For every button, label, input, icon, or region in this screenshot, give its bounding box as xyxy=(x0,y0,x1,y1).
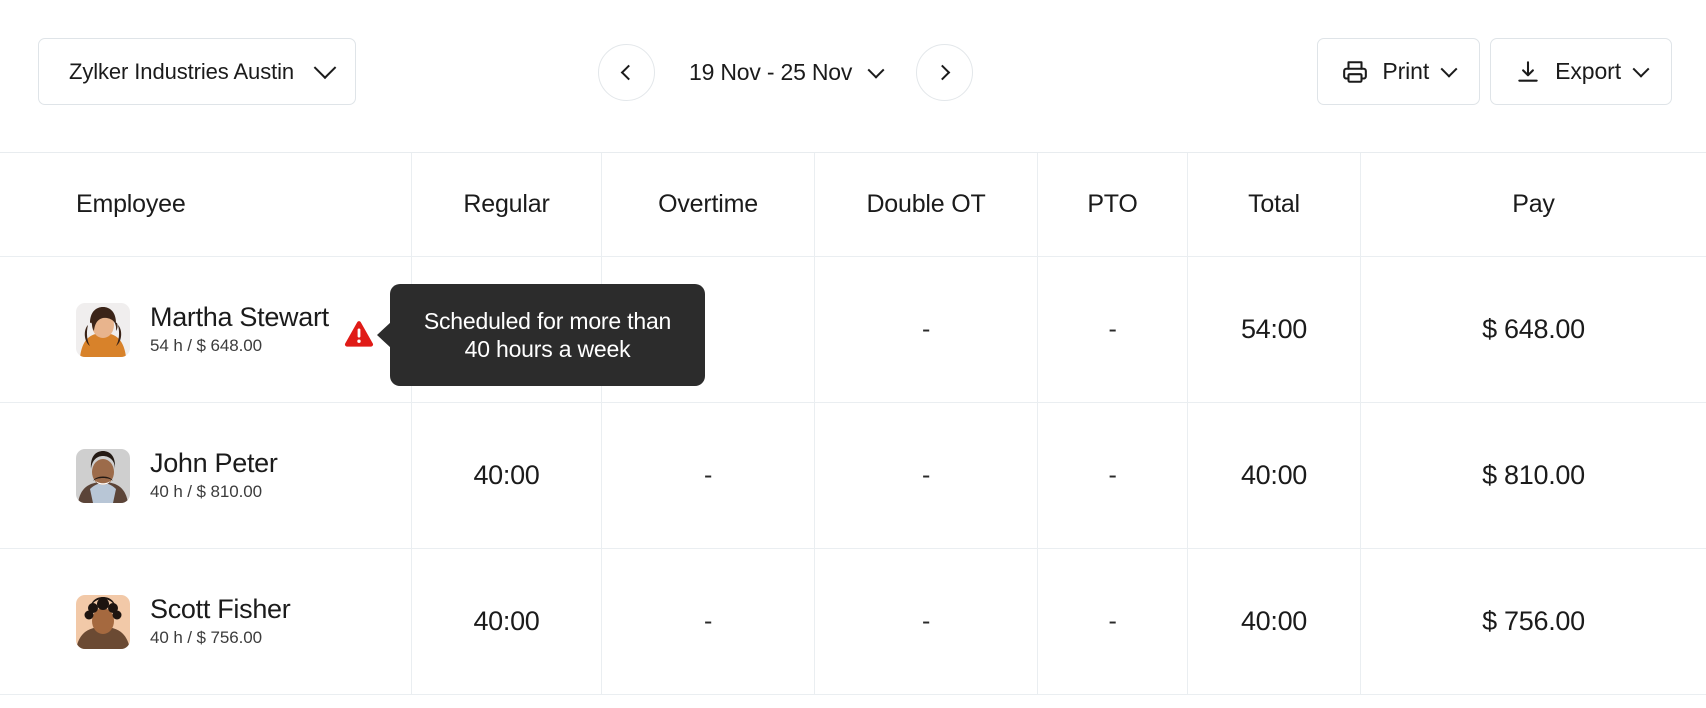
org-selector[interactable]: Zylker Industries Austin xyxy=(38,38,356,105)
pto-value: - xyxy=(1108,607,1117,635)
table-row[interactable]: John Peter 40 h / $ 810.00 40:00 - - - 4… xyxy=(0,403,1706,549)
employee-text: Martha Stewart 54 h / $ 648.00 xyxy=(150,303,329,355)
print-button-label: Print xyxy=(1382,58,1430,84)
pto-cell[interactable]: - xyxy=(1037,549,1187,694)
export-button[interactable]: Export xyxy=(1490,38,1672,105)
employee-hours-pay: 40 h / $ 810.00 xyxy=(150,481,262,501)
print-button[interactable]: Print xyxy=(1317,38,1481,105)
date-range-label: 19 Nov - 25 Nov xyxy=(689,59,853,85)
overtime-cell[interactable]: - xyxy=(601,549,814,694)
column-header-employee[interactable]: Employee xyxy=(0,153,411,256)
regular-cell[interactable]: 40:00 xyxy=(411,403,601,548)
pay-cell[interactable]: $ 648.00 xyxy=(1360,257,1706,402)
total-cell[interactable]: 40:00 xyxy=(1187,403,1360,548)
double-ot-value: - xyxy=(921,461,931,489)
warning-tooltip: Scheduled for more than 40 hours a week xyxy=(377,284,705,386)
double-ot-cell[interactable]: - xyxy=(814,549,1037,694)
total-cell[interactable]: 40:00 xyxy=(1187,549,1360,694)
regular-value: 40:00 xyxy=(473,606,540,636)
date-navigation: 19 Nov - 25 Nov xyxy=(598,44,974,101)
overtime-value: - xyxy=(703,461,713,489)
double-ot-value: - xyxy=(921,607,931,635)
chevron-down-icon xyxy=(1440,60,1458,78)
overtime-value: - xyxy=(703,607,713,635)
org-selector-label: Zylker Industries Austin xyxy=(69,58,295,84)
overtime-cell[interactable]: - xyxy=(601,403,814,548)
total-cell[interactable]: 54:00 xyxy=(1187,257,1360,402)
chevron-down-icon xyxy=(313,55,337,79)
pto-cell[interactable]: - xyxy=(1037,403,1187,548)
employee-hours-pay: 54 h / $ 648.00 xyxy=(150,335,262,355)
timesheet-page: Zylker Industries Austin 19 Nov - 25 Nov xyxy=(0,0,1706,708)
total-value: 40:00 xyxy=(1240,606,1308,636)
employee-cell[interactable]: John Peter 40 h / $ 810.00 xyxy=(0,403,411,548)
column-header-double-ot[interactable]: Double OT xyxy=(814,153,1037,256)
table-row[interactable]: Scott Fisher 40 h / $ 756.00 40:00 - - -… xyxy=(0,549,1706,695)
regular-value: 40:00 xyxy=(473,460,540,490)
table-row[interactable]: Martha Stewart 54 h / $ 648.00 - - 54:00… xyxy=(0,257,1706,403)
column-header-regular[interactable]: Regular xyxy=(411,153,601,256)
employee-info: John Peter 40 h / $ 810.00 xyxy=(76,448,278,503)
table-header-row: Employee Regular Overtime Double OT PTO … xyxy=(0,153,1706,257)
employee-hours-pay: 40 h / $ 756.00 xyxy=(150,627,262,647)
employee-cell[interactable]: Scott Fisher 40 h / $ 756.00 xyxy=(0,549,411,694)
next-week-button[interactable] xyxy=(916,44,974,101)
employee-info: Scott Fisher 40 h / $ 756.00 xyxy=(76,594,291,649)
column-header-pay[interactable]: Pay xyxy=(1360,153,1706,256)
chevron-right-icon xyxy=(934,64,951,81)
chevron-down-icon xyxy=(1632,60,1650,78)
chevron-down-icon xyxy=(867,61,885,79)
employee-text: John Peter 40 h / $ 810.00 xyxy=(150,449,278,501)
chevron-left-icon xyxy=(620,64,637,81)
employee-name: Martha Stewart xyxy=(150,302,329,333)
regular-cell[interactable]: 40:00 xyxy=(411,549,601,694)
pto-cell[interactable]: - xyxy=(1037,257,1187,402)
double-ot-cell[interactable]: - xyxy=(814,403,1037,548)
warning-triangle-icon[interactable] xyxy=(344,320,374,347)
toolbar-actions: Print Export xyxy=(1317,38,1672,105)
avatar xyxy=(76,448,130,503)
pay-cell[interactable]: $ 756.00 xyxy=(1360,549,1706,694)
double-ot-value: - xyxy=(921,315,931,343)
date-range-selector[interactable]: 19 Nov - 25 Nov xyxy=(655,44,916,101)
pay-value: $ 810.00 xyxy=(1482,460,1585,490)
employee-name: John Peter xyxy=(150,448,278,479)
pay-cell[interactable]: $ 810.00 xyxy=(1360,403,1706,548)
download-icon xyxy=(1515,59,1541,85)
column-header-pto[interactable]: PTO xyxy=(1037,153,1187,256)
avatar xyxy=(76,302,130,357)
timesheet-table: Employee Regular Overtime Double OT PTO … xyxy=(0,153,1706,695)
export-button-label: Export xyxy=(1555,58,1621,84)
prev-week-button[interactable] xyxy=(598,44,655,101)
column-header-total[interactable]: Total xyxy=(1187,153,1360,256)
printer-icon xyxy=(1342,59,1368,85)
pto-value: - xyxy=(1108,461,1117,489)
pto-value: - xyxy=(1108,315,1117,343)
employee-name: Scott Fisher xyxy=(150,594,291,625)
toolbar: Zylker Industries Austin 19 Nov - 25 Nov xyxy=(0,0,1706,153)
double-ot-cell[interactable]: - xyxy=(814,257,1037,402)
avatar xyxy=(76,594,130,649)
total-value: 40:00 xyxy=(1240,460,1308,490)
employee-info: Martha Stewart 54 h / $ 648.00 xyxy=(76,302,329,357)
total-value: 54:00 xyxy=(1240,314,1308,344)
pay-value: $ 756.00 xyxy=(1482,606,1585,636)
pay-value: $ 648.00 xyxy=(1482,314,1585,344)
employee-text: Scott Fisher 40 h / $ 756.00 xyxy=(150,594,291,647)
column-header-overtime[interactable]: Overtime xyxy=(601,153,814,256)
